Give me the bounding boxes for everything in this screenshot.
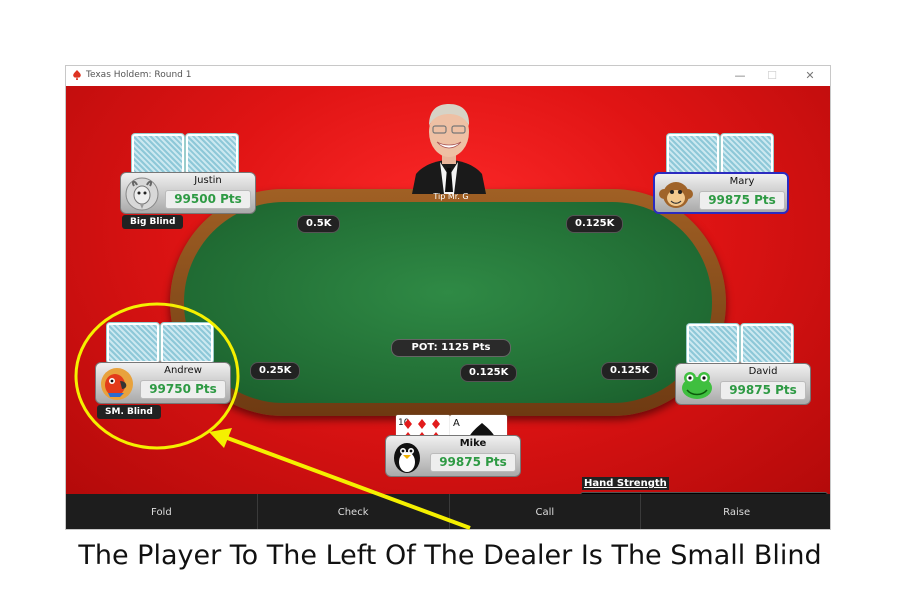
hand-strength-label: Hand Strength [582, 477, 669, 490]
card-back [721, 134, 773, 174]
big-blind-badge: Big Blind [122, 215, 184, 229]
player-points: 99875 Pts [720, 381, 806, 400]
poker-felt: Tip Mr. G Justin 99500 Pts Big Blind Mar… [66, 86, 830, 510]
maximize-button[interactable]: ☐ [762, 68, 782, 84]
player-name: Mike [459, 438, 487, 449]
player-name: Justin [194, 175, 222, 186]
goat-icon [125, 177, 159, 211]
player-points: 99500 Pts [165, 190, 251, 209]
penguin-icon [394, 443, 420, 473]
player-seat-mike[interactable]: Mike 99875 Pts [385, 435, 521, 477]
fold-button[interactable]: Fold [66, 494, 258, 529]
player-seat-mary[interactable]: Mary 99875 Pts [653, 172, 789, 214]
dealer-tip-label[interactable]: Tip Mr. G [406, 192, 496, 201]
parrot-icon [101, 368, 133, 400]
card-back [741, 324, 793, 364]
action-bar: Fold Check Call Raise [66, 494, 830, 529]
player-points: 99875 Pts [430, 453, 516, 472]
card-rank: A [453, 418, 460, 429]
player-seat-andrew[interactable]: Andrew 99750 Pts [95, 362, 231, 404]
player-seat-justin[interactable]: Justin 99500 Pts [120, 172, 256, 214]
frog-icon [682, 372, 712, 399]
card-back [667, 134, 719, 174]
player-seat-david[interactable]: David 99875 Pts [675, 363, 811, 405]
player-points: 99750 Pts [140, 380, 226, 399]
pot-display: POT: 1125 Pts [391, 339, 511, 357]
monkey-icon [659, 182, 693, 208]
window-title: Texas Holdem: Round 1 [86, 70, 192, 80]
spade-app-icon [73, 70, 81, 80]
bet-chip-andrew: 0.25K [250, 362, 301, 380]
check-button[interactable]: Check [258, 494, 450, 529]
raise-button[interactable]: Raise [641, 494, 830, 529]
title-bar: Texas Holdem: Round 1 — ☐ ✕ [66, 66, 830, 86]
bet-chip-mary: 0.125K [566, 215, 624, 233]
card-back [161, 323, 213, 363]
bet-chip-david: 0.125K [601, 362, 659, 380]
call-button[interactable]: Call [450, 494, 642, 529]
player-points: 99875 Pts [699, 191, 785, 210]
card-back [687, 324, 739, 364]
minimize-button[interactable]: — [730, 68, 750, 84]
small-blind-badge: SM. Blind [97, 405, 161, 419]
card-back [132, 134, 184, 174]
player-name: David [748, 366, 778, 377]
card-back [107, 323, 159, 363]
annotation-caption: The Player To The Left Of The Dealer Is … [78, 540, 822, 571]
player-name: Mary [729, 176, 755, 187]
poker-window: Texas Holdem: Round 1 — ☐ ✕ Tip Mr. G Ju… [65, 65, 831, 530]
dealer-avatar [412, 104, 486, 194]
close-button[interactable]: ✕ [800, 68, 820, 84]
card-back [186, 134, 238, 174]
player-name: Andrew [164, 365, 202, 376]
bet-chip-mike: 0.125K [460, 364, 518, 382]
bet-chip-justin: 0.5K [297, 215, 341, 233]
